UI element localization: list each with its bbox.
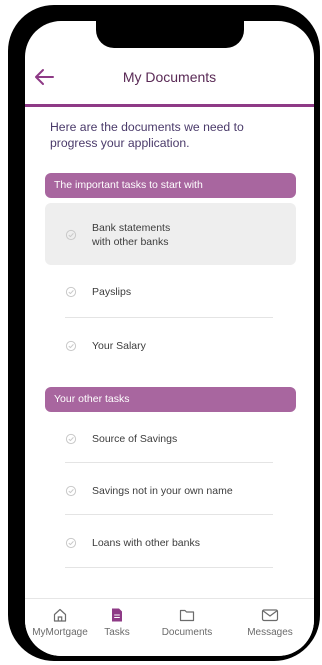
nav-item-messages[interactable]: Messages [235, 607, 305, 638]
phone-frame: My Documents Here are the documents we n… [8, 5, 320, 661]
home-icon [53, 608, 67, 622]
check-icon [65, 485, 77, 497]
task-payslips[interactable]: Payslips [45, 273, 296, 313]
task-label: Source of Savings [92, 433, 178, 445]
header-divider [25, 104, 314, 107]
page-title: My Documents [122, 69, 217, 85]
divider [65, 462, 273, 463]
app-screen: My Documents Here are the documents we n… [25, 21, 314, 656]
task-your-salary[interactable]: Your Salary [45, 326, 296, 366]
divider [65, 514, 273, 515]
divider [65, 317, 273, 318]
divider [65, 567, 273, 568]
mail-icon [261, 609, 279, 622]
task-label: Loans with other banks [92, 537, 200, 549]
check-icon [65, 433, 77, 445]
check-icon [65, 229, 77, 241]
section-header-important: The important tasks to start with [45, 173, 296, 198]
section-header-other: Your other tasks [45, 387, 296, 412]
nav-label: Tasks [104, 627, 130, 638]
bottom-navigation: MyMortgage Tasks Documents Messages [25, 598, 314, 656]
task-label: Payslips [92, 286, 132, 298]
document-icon [112, 608, 122, 622]
phone-notch [96, 20, 244, 48]
task-label: Your Salary [92, 340, 146, 352]
task-label: Bank statements with other banks [92, 222, 171, 248]
task-source-of-savings[interactable]: Source of Savings [45, 419, 296, 459]
nav-label: Messages [247, 627, 293, 638]
check-icon [65, 537, 77, 549]
check-icon [65, 286, 77, 298]
nav-item-tasks[interactable]: Tasks [82, 607, 152, 638]
task-bank-statements[interactable]: Bank statements with other banks [45, 203, 296, 265]
nav-item-documents[interactable]: Documents [152, 607, 222, 638]
task-loans-other-banks[interactable]: Loans with other banks [45, 523, 296, 563]
check-icon [65, 340, 77, 352]
intro-text: Here are the documents we need to progre… [50, 120, 244, 150]
folder-icon [179, 609, 195, 622]
nav-label: Documents [161, 627, 213, 638]
task-savings-not-own-name[interactable]: Savings not in your own name [45, 471, 296, 511]
task-label: Savings not in your own name [92, 485, 233, 497]
app-header: My Documents [25, 58, 314, 96]
